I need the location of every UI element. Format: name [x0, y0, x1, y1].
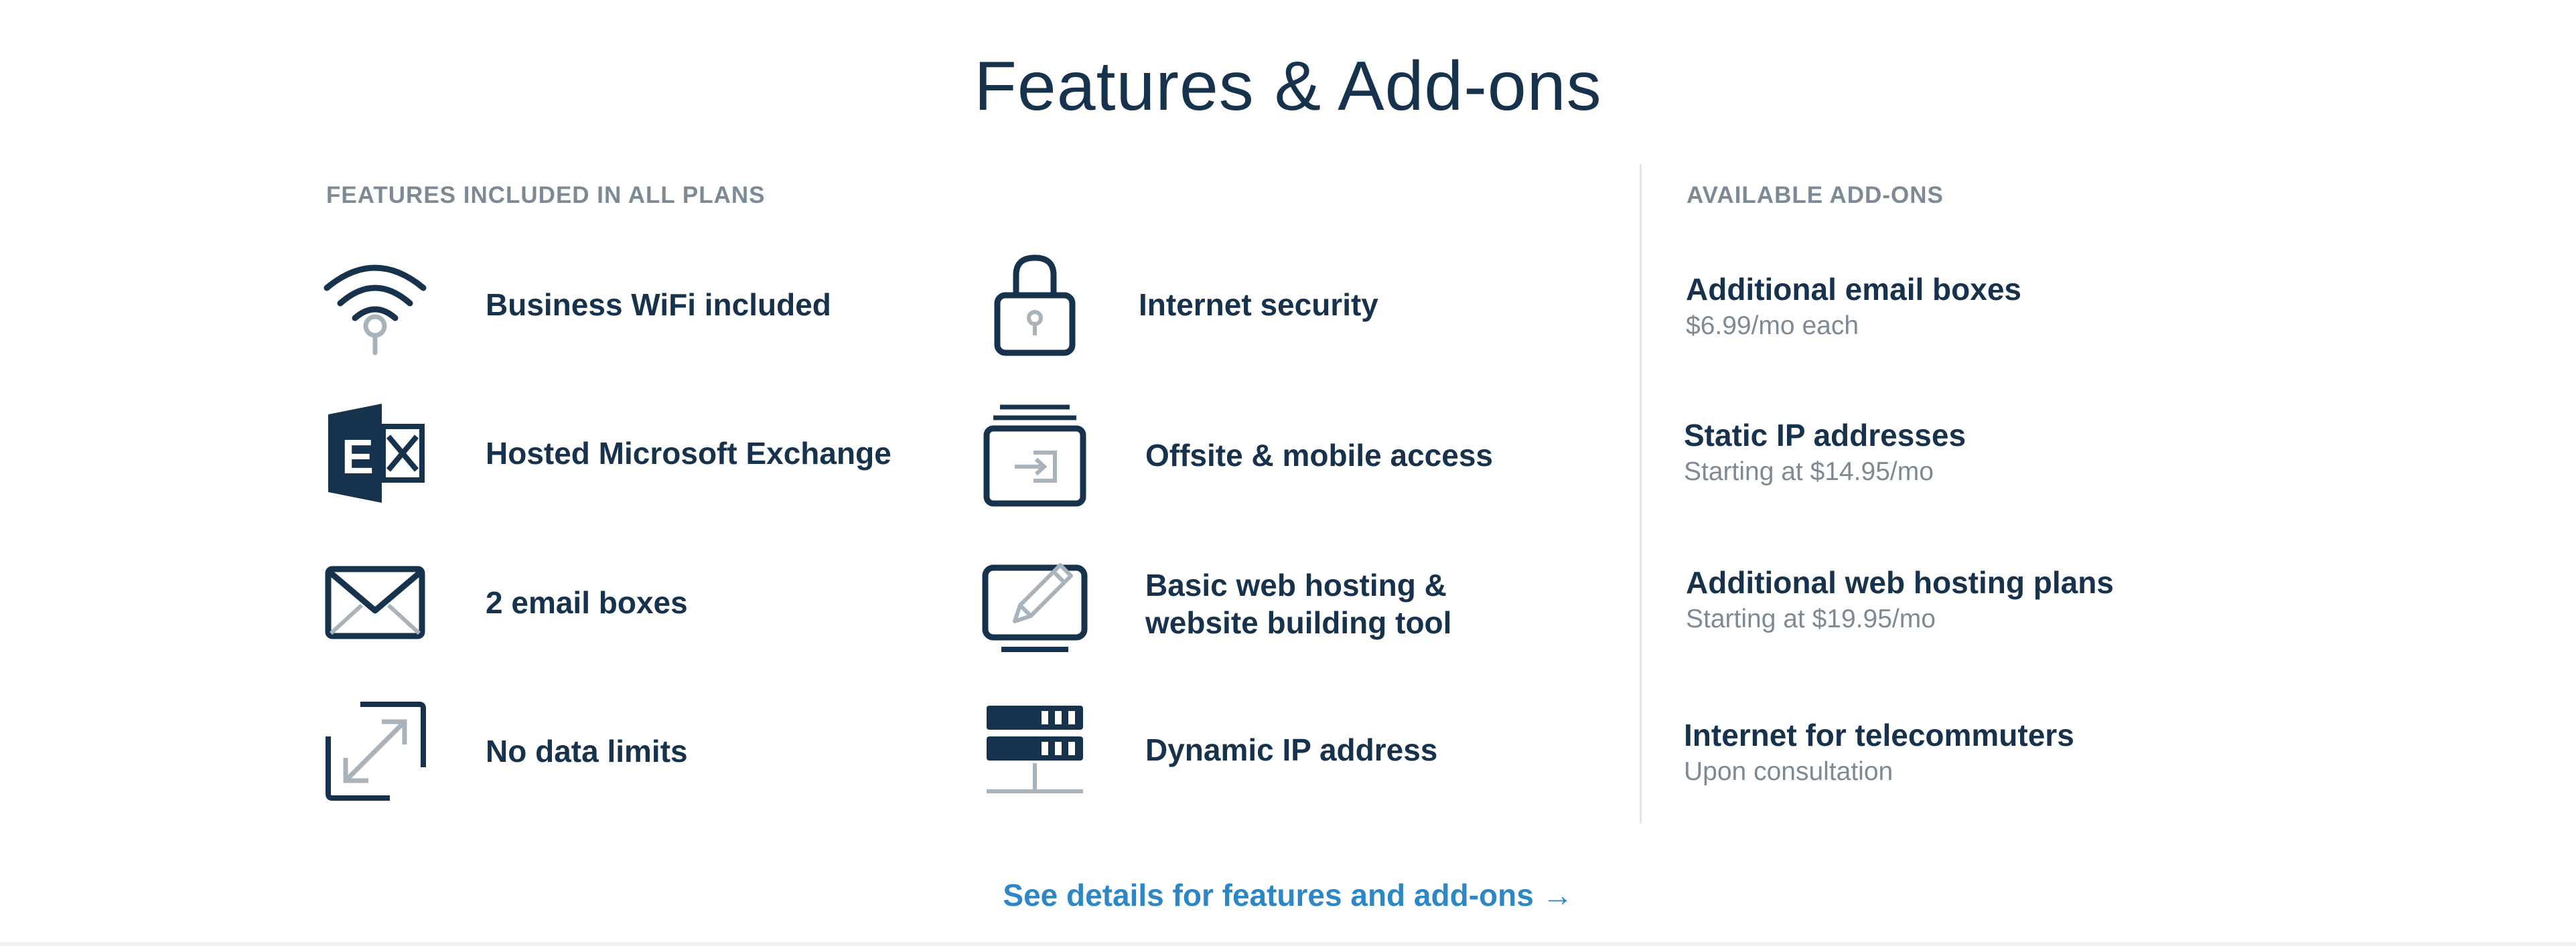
section-divider [1640, 164, 1642, 823]
addons-section-label: AVAILABLE ADD-ONS [1687, 182, 1944, 208]
wifi-icon [321, 251, 429, 358]
feature-label: Hosted Microsoft Exchange [486, 436, 891, 471]
feature-label: Internet security [1139, 287, 1378, 322]
feature-label: No data limits [486, 734, 688, 769]
feature-item-data-limits: No data limits [321, 698, 688, 805]
expand-icon [321, 698, 429, 805]
exchange-icon: E [321, 400, 429, 507]
monitor-pencil-icon [981, 550, 1088, 657]
folder-access-icon [981, 402, 1088, 509]
envelope-icon [321, 549, 429, 656]
feature-item-exchange: E Hosted Microsoft Exchange [321, 400, 891, 507]
feature-item-offsite: Offsite & mobile access [981, 402, 1493, 509]
addon-name: Additional web hosting plans [1686, 565, 2114, 600]
svg-text:E: E [342, 430, 374, 484]
addon-item: Additional web hosting plans Starting at… [1686, 564, 2114, 636]
server-icon [981, 696, 1088, 803]
addon-price: Upon consultation [1684, 757, 1893, 786]
addon-name: Additional email boxes [1686, 272, 2021, 307]
feature-label: 2 email boxes [486, 585, 688, 620]
feature-item-dynamic-ip: Dynamic IP address [981, 696, 1437, 803]
feature-item-security: Internet security [981, 251, 1378, 358]
addon-name: Static IP addresses [1684, 418, 1966, 453]
addon-price: Starting at $19.95/mo [1686, 605, 1936, 633]
feature-label: Offsite & mobile access [1145, 438, 1493, 473]
features-section-label: FEATURES INCLUDED IN ALL PLANS [326, 182, 766, 208]
feature-item-web-hosting: Basic web hosting & website building too… [981, 550, 1451, 657]
feature-label: Basic web hosting & website building too… [1145, 566, 1451, 641]
features-addons-page: Features & Add-ons FEATURES INCLUDED IN … [0, 0, 2576, 946]
addon-item: Additional email boxes $6.99/mo each [1686, 270, 2021, 343]
feature-label-line: Basic web hosting & [1145, 568, 1447, 603]
addon-name: Internet for telecommuters [1684, 718, 2074, 753]
feature-item-wifi: Business WiFi included [321, 251, 831, 358]
feature-label: Dynamic IP address [1145, 732, 1438, 767]
bottom-divider [0, 942, 2576, 946]
page-title: Features & Add-ons [974, 48, 1602, 125]
addon-item: Internet for telecommuters Upon consulta… [1684, 716, 2074, 789]
feature-label: Business WiFi included [486, 287, 831, 322]
lock-icon [981, 251, 1088, 358]
addon-price: Starting at $14.95/mo [1684, 457, 1934, 486]
feature-label-line: website building tool [1145, 605, 1452, 640]
addon-price: $6.99/mo each [1686, 311, 1859, 340]
feature-item-email: 2 email boxes [321, 549, 688, 656]
see-details-link[interactable]: See details for features and add-ons → [0, 877, 2576, 913]
addon-item: Static IP addresses Starting at $14.95/m… [1684, 416, 1966, 489]
